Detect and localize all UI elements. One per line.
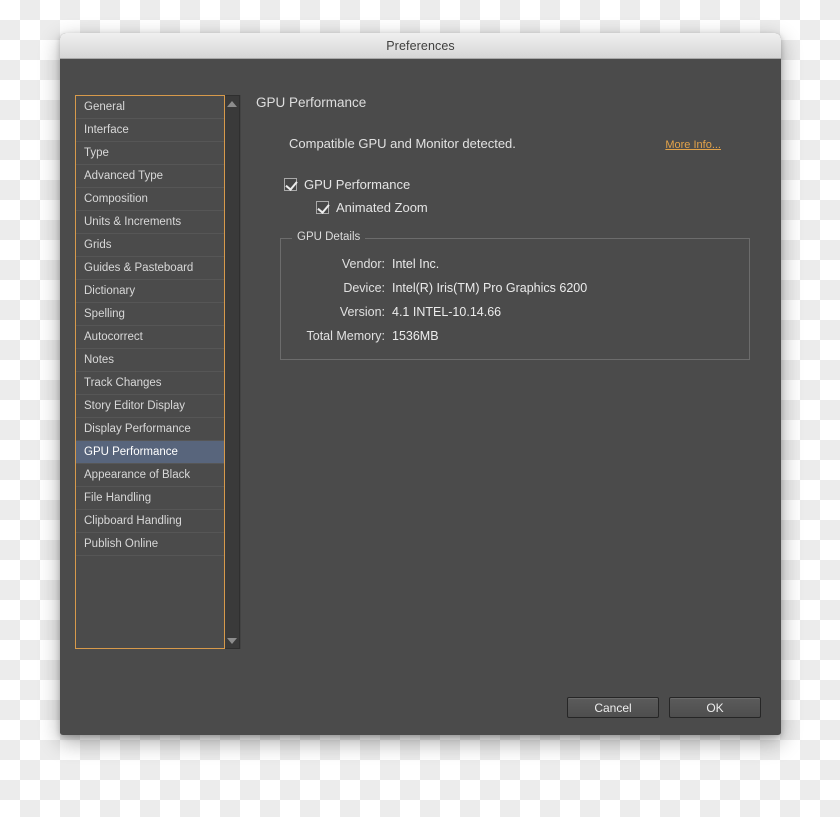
checkbox-gpu-performance[interactable] xyxy=(284,178,297,191)
sidebar-item-spelling[interactable]: Spelling xyxy=(76,303,224,326)
window-title: Preferences xyxy=(386,39,455,53)
detail-row: Device: Intel(R) Iris(TM) Pro Graphics 62… xyxy=(281,281,749,295)
detail-value: Intel Inc. xyxy=(392,257,439,271)
sidebar-item-track-changes[interactable]: Track Changes xyxy=(76,372,224,395)
sidebar-list[interactable]: GeneralInterfaceTypeAdvanced TypeComposi… xyxy=(75,95,225,649)
sidebar-item-publish-online[interactable]: Publish Online xyxy=(76,533,224,556)
triangle-down-icon[interactable] xyxy=(225,634,239,647)
gpu-checkbox-group: GPU Performance Animated Zoom xyxy=(256,177,759,215)
detail-value: 1536MB xyxy=(392,329,439,343)
sidebar-item-story-editor-display[interactable]: Story Editor Display xyxy=(76,395,224,418)
sidebar-item-interface[interactable]: Interface xyxy=(76,119,224,142)
dialog-footer: Cancel OK xyxy=(567,697,761,718)
checkbox-row-animated-zoom[interactable]: Animated Zoom xyxy=(256,200,759,215)
sidebar-item-notes[interactable]: Notes xyxy=(76,349,224,372)
sidebar-item-general[interactable]: General xyxy=(76,96,224,119)
checkbox-animated-zoom[interactable] xyxy=(316,201,329,214)
gpu-details-legend: GPU Details xyxy=(292,231,365,243)
detail-row: Total Memory: 1536MB xyxy=(281,329,749,343)
detail-label: Version: xyxy=(281,305,385,319)
sidebar-item-dictionary[interactable]: Dictionary xyxy=(76,280,224,303)
gpu-details-rows: Vendor: Intel Inc. Device: Intel(R) Iris(TM… xyxy=(281,257,749,343)
sidebar-item-autocorrect[interactable]: Autocorrect xyxy=(76,326,224,349)
page-title: GPU Performance xyxy=(256,95,759,110)
detail-label: Vendor: xyxy=(281,257,385,271)
detail-value: 4.1 INTEL-10.14.66 xyxy=(392,305,501,319)
sidebar-item-file-handling[interactable]: File Handling xyxy=(76,487,224,510)
sidebar-item-guides-pasteboard[interactable]: Guides & Pasteboard xyxy=(76,257,224,280)
more-info-link[interactable]: More Info... xyxy=(665,139,721,151)
window-body: GeneralInterfaceTypeAdvanced TypeComposi… xyxy=(60,59,781,734)
sidebar-item-display-performance[interactable]: Display Performance xyxy=(76,418,224,441)
detail-label: Total Memory: xyxy=(281,329,385,343)
checkbox-row-gpu-performance[interactable]: GPU Performance xyxy=(256,177,759,192)
main-panel: GPU Performance Compatible GPU and Monit… xyxy=(256,95,759,360)
checkbox-label: Animated Zoom xyxy=(336,200,428,215)
gpu-status-row: Compatible GPU and Monitor detected. Mor… xyxy=(256,136,759,151)
sidebar-item-units-increments[interactable]: Units & Increments xyxy=(76,211,224,234)
gpu-details-fieldset: GPU Details Vendor:Intel Inc.Device:Inte… xyxy=(280,238,750,360)
gpu-status-text: Compatible GPU and Monitor detected. xyxy=(289,136,516,151)
detail-label: Device: xyxy=(281,281,385,295)
sidebar: GeneralInterfaceTypeAdvanced TypeComposi… xyxy=(75,95,241,649)
sidebar-item-composition[interactable]: Composition xyxy=(76,188,224,211)
checkbox-label: GPU Performance xyxy=(304,177,410,192)
sidebar-item-type[interactable]: Type xyxy=(76,142,224,165)
preferences-window: Preferences GeneralInterfaceTypeAdvanced… xyxy=(60,33,781,735)
window-titlebar[interactable]: Preferences xyxy=(60,33,781,59)
sidebar-scrollbar[interactable] xyxy=(225,95,240,649)
detail-row: Version: 4.1 INTEL-10.14.66 xyxy=(281,305,749,319)
sidebar-item-gpu-performance[interactable]: GPU Performance xyxy=(76,441,224,464)
sidebar-item-clipboard-handling[interactable]: Clipboard Handling xyxy=(76,510,224,533)
screenshot-canvas: Preferences GeneralInterfaceTypeAdvanced… xyxy=(0,0,840,817)
ok-button[interactable]: OK xyxy=(669,697,761,718)
detail-row: Vendor: Intel Inc. xyxy=(281,257,749,271)
sidebar-item-advanced-type[interactable]: Advanced Type xyxy=(76,165,224,188)
detail-value: Intel(R) Iris(TM) Pro Graphics 6200 xyxy=(392,281,587,295)
sidebar-item-grids[interactable]: Grids xyxy=(76,234,224,257)
sidebar-item-appearance-of-black[interactable]: Appearance of Black xyxy=(76,464,224,487)
cancel-button[interactable]: Cancel xyxy=(567,697,659,718)
triangle-up-icon[interactable] xyxy=(225,97,239,110)
